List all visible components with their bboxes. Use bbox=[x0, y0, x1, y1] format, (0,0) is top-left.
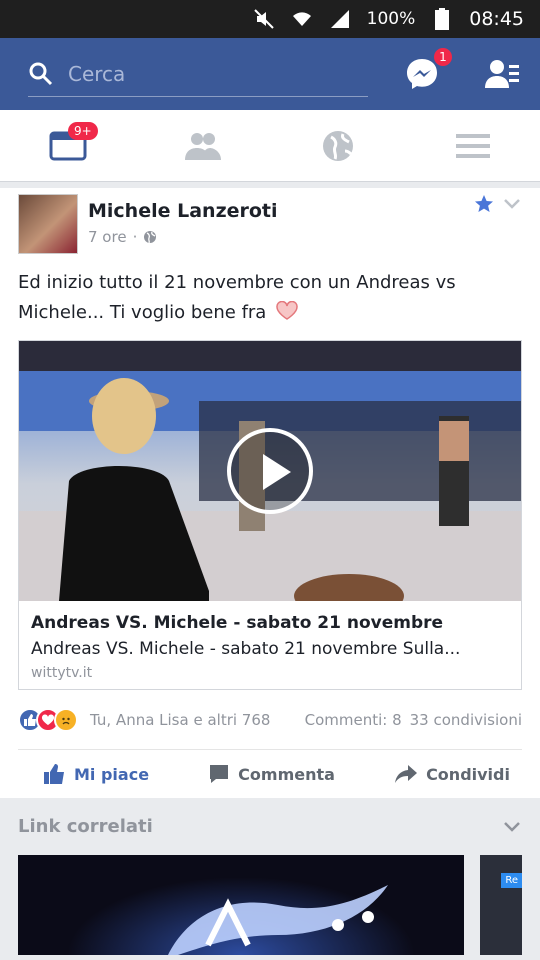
tab-news-feed[interactable]: 9+ bbox=[0, 110, 135, 181]
search-input[interactable] bbox=[54, 61, 368, 86]
related-title: Link correlati bbox=[18, 816, 153, 837]
share-icon bbox=[395, 765, 418, 783]
post-actions: Mi piace Commenta Condividi bbox=[18, 750, 522, 798]
comment-icon bbox=[210, 765, 229, 783]
chevron-down-icon[interactable] bbox=[502, 196, 522, 212]
separator-dot: · bbox=[132, 228, 138, 246]
link-card[interactable]: Andreas VS. Michele - sabato 21 novembre… bbox=[18, 340, 522, 690]
search-icon bbox=[28, 61, 54, 87]
clock: 08:45 bbox=[469, 8, 524, 30]
battery-percent: 100% bbox=[366, 9, 416, 29]
tab-bar: 9+ bbox=[0, 110, 540, 182]
public-globe-icon bbox=[144, 231, 157, 244]
messenger-badge: 1 bbox=[432, 46, 454, 68]
share-label: Condividi bbox=[426, 764, 510, 784]
related-card-tag: Re bbox=[501, 873, 522, 888]
signal-icon bbox=[329, 8, 351, 30]
related-card[interactable]: Re bbox=[480, 855, 522, 955]
post-text: Ed inizio tutto il 21 novembre con un An… bbox=[18, 258, 522, 340]
friend-requests-icon bbox=[485, 60, 519, 88]
tab-notifications[interactable] bbox=[270, 110, 405, 181]
menu-icon bbox=[455, 133, 490, 158]
reactions-summary[interactable]: Tu, Anna Lisa e altri 768 bbox=[18, 707, 271, 732]
related-card-image bbox=[168, 885, 388, 955]
star-icon[interactable] bbox=[474, 194, 494, 214]
messenger-button[interactable]: 1 bbox=[404, 46, 454, 92]
heart-icon bbox=[276, 300, 298, 320]
reactions-text: Tu, Anna Lisa e altri 768 bbox=[90, 710, 271, 729]
like-button[interactable]: Mi piace bbox=[42, 762, 149, 786]
related-header: Link correlati bbox=[18, 816, 522, 837]
comments-count[interactable]: Commenti: 8 bbox=[305, 711, 402, 729]
share-button[interactable]: Condividi bbox=[394, 763, 510, 785]
author-name[interactable]: Michele Lanzeroti bbox=[88, 200, 278, 222]
like-label: Mi piace bbox=[74, 764, 150, 784]
comment-label: Commenta bbox=[238, 764, 335, 784]
comment-button[interactable]: Commenta bbox=[208, 763, 335, 785]
thumbs-up-icon bbox=[44, 764, 64, 784]
post-header: Michele Lanzeroti 7 ore · bbox=[18, 188, 522, 258]
post-meta: 7 ore · bbox=[88, 228, 278, 246]
related-cards: Re bbox=[18, 855, 522, 955]
battery-icon bbox=[431, 8, 453, 30]
link-info[interactable]: Andreas VS. Michele - sabato 21 novembre… bbox=[19, 601, 521, 689]
news-feed-badge: 9+ bbox=[68, 122, 98, 140]
reactions-bar: Tu, Anna Lisa e altri 768 Commenti: 8 33… bbox=[18, 690, 522, 750]
related-links: Link correlati Re bbox=[0, 798, 540, 958]
play-button[interactable] bbox=[227, 428, 313, 514]
post-text-body: Ed inizio tutto il 21 novembre con un An… bbox=[18, 272, 456, 323]
top-bar: 1 bbox=[0, 38, 540, 110]
mute-icon bbox=[253, 8, 275, 30]
chevron-down-icon[interactable] bbox=[502, 819, 522, 835]
avatar[interactable] bbox=[18, 194, 78, 254]
video-thumbnail[interactable] bbox=[19, 341, 521, 601]
friends-icon bbox=[184, 132, 221, 160]
link-description: Andreas VS. Michele - sabato 21 novembre… bbox=[31, 639, 461, 659]
link-domain: wittytv.it bbox=[31, 665, 93, 681]
shares-count[interactable]: 33 condivisioni bbox=[410, 711, 522, 729]
friend-requests-button[interactable] bbox=[484, 56, 520, 92]
tab-friends[interactable] bbox=[135, 110, 270, 181]
engagement-counts: Commenti: 8 33 condivisioni bbox=[305, 711, 522, 729]
feed-post: Michele Lanzeroti 7 ore · Ed inizio tutt… bbox=[0, 188, 540, 798]
author-block: Michele Lanzeroti 7 ore · bbox=[88, 194, 278, 258]
post-time[interactable]: 7 ore bbox=[88, 228, 127, 246]
related-card[interactable] bbox=[18, 855, 464, 955]
search-bar[interactable] bbox=[28, 51, 368, 97]
globe-icon bbox=[322, 130, 353, 161]
status-bar: 100% 08:45 bbox=[0, 0, 540, 38]
sad-reaction-icon bbox=[54, 707, 78, 732]
wifi-icon bbox=[291, 8, 313, 30]
link-title: Andreas VS. Michele - sabato 21 novembre bbox=[31, 613, 444, 633]
reaction-icons bbox=[18, 707, 78, 732]
tab-menu[interactable] bbox=[405, 110, 540, 181]
